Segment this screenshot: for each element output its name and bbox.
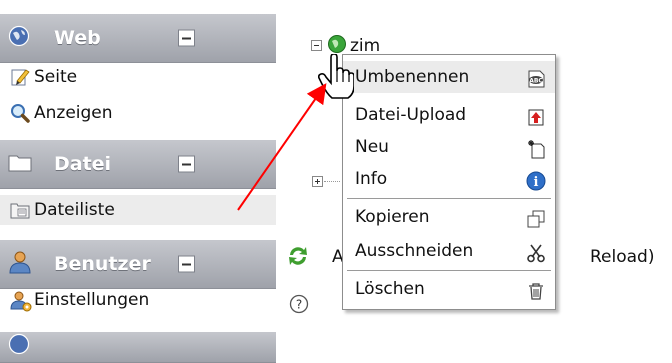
file-list-icon (10, 200, 30, 230)
user-icon (8, 250, 32, 278)
rename-abc-icon: ABC (526, 68, 546, 100)
trash-icon (526, 280, 546, 312)
refresh-arrows-icon[interactable] (286, 244, 310, 272)
menu-item-label: Löschen (355, 279, 425, 299)
group-label: Web (54, 27, 101, 49)
menu-item-label: Kopieren (355, 207, 430, 227)
menu-item-label: Umbenennen (355, 67, 470, 87)
user-settings-icon (10, 290, 32, 322)
sidebar-item-label: Anzeigen (34, 103, 113, 123)
collapse-toggle[interactable] (178, 255, 195, 273)
folder-icon (8, 152, 32, 176)
menu-item-ausschneiden[interactable]: Ausschneiden (343, 235, 555, 267)
tree-collapse-toggle[interactable] (311, 40, 322, 51)
sidebar-item-label: Einstellungen (34, 290, 150, 310)
magnifier-icon (10, 103, 30, 133)
svg-text:ABC: ABC (529, 78, 543, 85)
group-header-benutzer[interactable]: Benutzer (0, 240, 276, 289)
svg-text:i: i (534, 175, 539, 190)
partial-text-right: Reload) (590, 247, 655, 267)
collapse-toggle[interactable] (178, 29, 195, 47)
collapse-toggle[interactable] (178, 155, 195, 173)
menu-item-label: Neu (355, 137, 389, 157)
sidebar-item-label: Dateiliste (34, 200, 115, 220)
menu-item-label: Info (355, 169, 388, 189)
globe-icon (8, 25, 30, 51)
menu-item-kopieren[interactable]: Kopieren (343, 201, 555, 233)
menu-item-label: Datei-Upload (355, 105, 467, 125)
group-header-partial[interactable] (0, 332, 276, 363)
menu-item-label: Ausschneiden (355, 241, 474, 261)
tree-root-label[interactable]: zim (350, 36, 380, 56)
sidebar-item-einstellungen[interactable]: Einstellungen (0, 285, 276, 315)
svg-text:?: ? (296, 298, 302, 312)
annotation-arrow (237, 83, 327, 211)
context-menu: Umbenennen ABC Datei-Upload Neu Info i K… (342, 54, 556, 310)
group-label: Datei (54, 153, 112, 175)
group-header-web[interactable]: Web (0, 14, 276, 63)
globe-icon (8, 333, 30, 359)
help-icon[interactable]: ? (289, 294, 309, 318)
menu-item-neu[interactable]: Neu (343, 131, 555, 163)
menu-separator (347, 198, 551, 199)
menu-item-loeschen[interactable]: Löschen (343, 273, 555, 305)
sidebar-item-label: Seite (34, 67, 78, 87)
menu-item-datei-upload[interactable]: Datei-Upload (343, 99, 555, 131)
menu-separator (347, 270, 551, 271)
page-edit-icon (10, 67, 30, 97)
group-label: Benutzer (54, 253, 151, 275)
menu-item-umbenennen[interactable]: Umbenennen ABC (343, 61, 555, 93)
menu-item-info[interactable]: Info i (343, 163, 555, 195)
